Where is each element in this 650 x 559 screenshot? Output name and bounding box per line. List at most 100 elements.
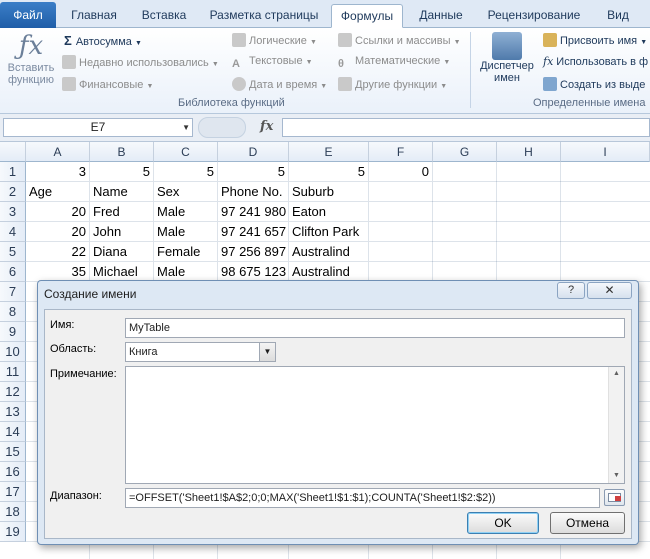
cell-a3[interactable]: 20 xyxy=(26,202,90,222)
lookup-button[interactable]: Ссылки и массивы ▼ xyxy=(338,33,461,47)
other-functions-button[interactable]: Другие функции ▼ xyxy=(338,77,447,91)
row-header[interactable]: 16 xyxy=(0,462,26,482)
cell-c5[interactable]: Female xyxy=(154,242,218,262)
cell-d5[interactable]: 97 256 897 xyxy=(218,242,289,262)
datetime-button[interactable]: Дата и время ▼ xyxy=(232,77,327,91)
name-input[interactable]: MyTable xyxy=(125,318,625,338)
autosum-button[interactable]: Σ Автосумма ▼ xyxy=(64,33,142,48)
cell-a6[interactable]: 35 xyxy=(26,262,90,282)
cell-c1[interactable]: 5 xyxy=(154,162,218,182)
row-header[interactable]: 19 xyxy=(0,522,26,542)
scroll-down-icon[interactable]: ▼ xyxy=(609,469,624,483)
formula-input[interactable] xyxy=(282,118,650,137)
cell-c4[interactable]: Male xyxy=(154,222,218,242)
cell-e5[interactable]: Australind xyxy=(289,242,369,262)
name-manager-button[interactable]: Диспетчер имен xyxy=(476,32,538,84)
row-header[interactable]: 8 xyxy=(0,302,26,322)
comment-scrollbar[interactable]: ▲ ▼ xyxy=(608,367,624,483)
cell-b3[interactable]: Fred xyxy=(90,202,154,222)
cell-a1[interactable]: 3 xyxy=(26,162,90,182)
name-box[interactable]: E7 ▼ xyxy=(3,118,193,137)
chevron-down-icon[interactable]: ▼ xyxy=(259,343,275,361)
financial-button[interactable]: Финансовые ▼ xyxy=(62,77,153,91)
column-header-f[interactable]: F xyxy=(369,142,433,162)
cell-f1[interactable]: 0 xyxy=(369,162,433,182)
row-header[interactable]: 2 xyxy=(0,182,26,202)
cell-e1[interactable]: 5 xyxy=(289,162,369,182)
fx-small-icon: fx xyxy=(543,55,554,68)
cell-b4[interactable]: John xyxy=(90,222,154,242)
column-header-b[interactable]: B xyxy=(90,142,154,162)
cell-d3[interactable]: 97 241 980 xyxy=(218,202,289,222)
row-header[interactable]: 10 xyxy=(0,342,26,362)
tab-insert[interactable]: Вставка xyxy=(134,4,194,28)
row-header[interactable]: 17 xyxy=(0,482,26,502)
cell-b2[interactable]: Name xyxy=(90,182,154,202)
cell-a4[interactable]: 20 xyxy=(26,222,90,242)
close-icon[interactable]: ✕ xyxy=(587,282,632,299)
cell-e3[interactable]: Eaton xyxy=(289,202,369,222)
row-header[interactable]: 1 xyxy=(0,162,26,182)
cell-c6[interactable]: Male xyxy=(154,262,218,282)
cell-b5[interactable]: Diana xyxy=(90,242,154,262)
row-header[interactable]: 3 xyxy=(0,202,26,222)
tab-page-layout[interactable]: Разметка страницы xyxy=(203,4,325,28)
column-header-h[interactable]: H xyxy=(497,142,561,162)
cell-b6[interactable]: Michael xyxy=(90,262,154,282)
tab-review[interactable]: Рецензирование xyxy=(480,4,588,28)
scope-select[interactable]: Книга ▼ xyxy=(125,342,276,362)
assign-name-button[interactable]: Присвоить имя ▼ xyxy=(543,33,647,47)
help-button[interactable]: ? xyxy=(557,282,585,299)
scroll-up-icon[interactable]: ▲ xyxy=(609,367,624,381)
recent-functions-button[interactable]: Недавно использовались ▼ xyxy=(62,55,219,69)
cell-e2[interactable]: Suburb xyxy=(289,182,369,202)
cell-d1[interactable]: 5 xyxy=(218,162,289,182)
row-header[interactable]: 18 xyxy=(0,502,26,522)
row-header[interactable]: 15 xyxy=(0,442,26,462)
column-header-d[interactable]: D xyxy=(218,142,289,162)
column-header-g[interactable]: G xyxy=(433,142,497,162)
cell-a5[interactable]: 22 xyxy=(26,242,90,262)
chevron-down-icon[interactable]: ▼ xyxy=(182,119,190,136)
text-functions-button[interactable]: A Текстовые ▼ xyxy=(232,55,313,72)
range-input[interactable]: =OFFSET('Sheet1!$A$2;0;0;MAX('Sheet1!$1:… xyxy=(125,488,600,508)
column-header-c[interactable]: C xyxy=(154,142,218,162)
ok-button[interactable]: OK xyxy=(467,512,539,534)
cell-e6[interactable]: Australind xyxy=(289,262,369,282)
column-header-i[interactable]: I xyxy=(561,142,650,162)
row-header[interactable]: 11 xyxy=(0,362,26,382)
row-header[interactable]: 13 xyxy=(0,402,26,422)
cell-a2[interactable]: Age xyxy=(26,182,90,202)
collapse-dialog-icon[interactable] xyxy=(604,489,625,506)
math-button[interactable]: θ Математические ▼ xyxy=(338,55,450,72)
logical-button[interactable]: Логические ▼ xyxy=(232,33,317,47)
cancel-button[interactable]: Отмена xyxy=(550,512,625,534)
create-from-selection-button[interactable]: Создать из выде xyxy=(543,77,645,91)
column-header-a[interactable]: A xyxy=(26,142,90,162)
row-header[interactable]: 14 xyxy=(0,422,26,442)
tab-home[interactable]: Главная xyxy=(62,4,126,28)
cell-d6[interactable]: 98 675 123 xyxy=(218,262,289,282)
row-header[interactable]: 6 xyxy=(0,262,26,282)
column-header-e[interactable]: E xyxy=(289,142,369,162)
tab-view[interactable]: Вид xyxy=(598,4,638,28)
select-all-corner[interactable] xyxy=(0,142,26,162)
tab-data[interactable]: Данные xyxy=(410,4,472,28)
comment-textarea[interactable]: ▲ ▼ xyxy=(125,366,625,484)
cell-c2[interactable]: Sex xyxy=(154,182,218,202)
row-header[interactable]: 7 xyxy=(0,282,26,302)
row-header[interactable]: 12 xyxy=(0,382,26,402)
row-header[interactable]: 5 xyxy=(0,242,26,262)
row-header[interactable]: 4 xyxy=(0,222,26,242)
cell-d4[interactable]: 97 241 657 xyxy=(218,222,289,242)
insert-function-icon[interactable]: fx xyxy=(260,119,273,134)
tab-file[interactable]: Файл xyxy=(0,2,56,28)
cell-d2[interactable]: Phone No. xyxy=(218,182,289,202)
tab-formulas[interactable]: Формулы xyxy=(331,4,403,28)
row-header[interactable]: 9 xyxy=(0,322,26,342)
use-in-formula-button[interactable]: fx Использовать в ф xyxy=(543,55,648,68)
cell-e4[interactable]: Clifton Park xyxy=(289,222,369,242)
insert-function-button[interactable]: ƒx Вставить функцию xyxy=(4,30,58,86)
cell-b1[interactable]: 5 xyxy=(90,162,154,182)
cell-c3[interactable]: Male xyxy=(154,202,218,222)
